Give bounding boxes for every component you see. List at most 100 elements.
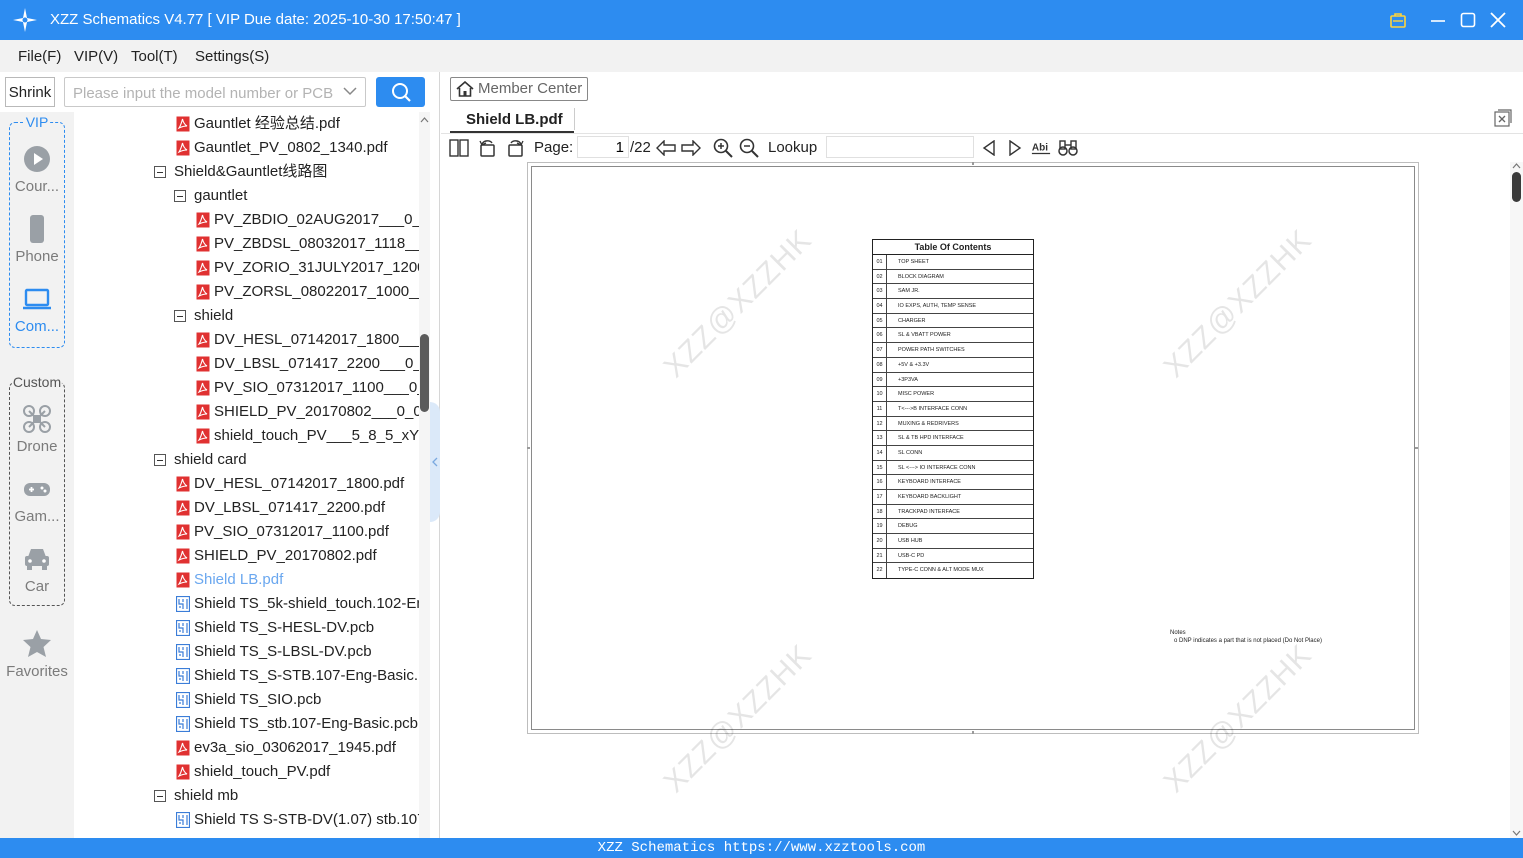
scroll-down-icon[interactable] [1512,830,1521,837]
tree-folder[interactable]: gauntlet [74,186,419,210]
left-panel: Shrink VIP Cour... Phone Com... [0,72,440,838]
tree-file[interactable]: DV_LBSL_071417_2200.pdf [74,498,419,522]
tree-item-label: Shield TS_S-LBSL-DV.pcb [194,643,372,660]
tree-file[interactable]: shield_touch_PV___5_8_5_xYB4b [74,426,419,450]
scroll-up-icon[interactable] [420,116,429,124]
toc-entry: T<--->B INTERFACE CONN [898,405,968,412]
tree-file[interactable]: shield_touch_PV.pdf [74,762,419,786]
nav-drone[interactable]: Drone [0,404,74,470]
find-all-icon[interactable] [1058,138,1078,158]
collapse-toggle-icon[interactable] [154,166,166,178]
close-button[interactable] [1486,8,1510,32]
menu-bar: File(F) VIP(V) Tool(T) Settings(S) [0,40,1523,72]
toc-number: 15 [873,460,887,475]
tree-item-label: shield_touch_PV.pdf [194,763,331,780]
search-button[interactable] [376,77,425,107]
menu-vip[interactable]: VIP(V) [74,48,118,65]
toc-row: 07 POWER PATH SWITCHES [873,343,1033,358]
tree-item-label: ev3a_sio_03062017_1945.pdf [194,739,396,756]
nav-courses[interactable]: Cour... [0,144,74,210]
vip-badge-icon[interactable] [1386,8,1410,32]
tree-folder[interactable]: shield mb [74,786,419,810]
find-previous-icon[interactable] [979,138,999,158]
tree-file[interactable]: Shield TS S-STB-DV(1.07) stb.107- [74,810,419,834]
menu-settings[interactable]: Settings(S) [195,48,269,65]
tree-file[interactable]: PV_SIO_07312017_1100___0_1_0 [74,378,419,402]
tree-item-label: shield_touch_PV___5_8_5_xYB4b [214,427,419,444]
tree-folder[interactable]: shield [74,306,419,330]
lookup-input[interactable] [826,136,974,158]
tree-item-label: gauntlet [194,187,248,204]
rotate-left-icon[interactable] [478,138,498,158]
tree-file[interactable]: Shield TS_stb.107-Eng-Basic.pcb [74,714,419,738]
pdf-viewer[interactable]: Table Of Contents 01 TOP SHEET 02 BLOCK DIA… [441,162,1523,838]
toc-number: 16 [873,475,887,489]
collapse-toggle-icon[interactable] [154,790,166,802]
tree-file[interactable]: ev3a_sio_03062017_1945.pdf [74,738,419,762]
match-case-icon[interactable]: Abi [1031,138,1051,158]
nav-phone[interactable]: Phone [0,214,74,280]
viewer-scroll-thumb[interactable] [1512,172,1521,202]
tree-file[interactable]: Shield TS_S-HESL-DV.pcb [74,618,419,642]
tab-shield-lb[interactable]: Shield LB.pdf [450,105,574,133]
nav-favorites[interactable]: Favorites [0,629,74,695]
collapse-toggle-icon[interactable] [154,454,166,466]
toc-row: 16 KEYBOARD INTERFACE [873,475,1033,490]
toc-entry: USB HUB [898,538,923,545]
tree-file[interactable]: DV_HESL_07142017_1800.pdf [74,474,419,498]
tree-scroll-thumb[interactable] [420,334,429,412]
tree-file[interactable]: Gauntlet 经验总结.pdf [74,114,419,138]
minimize-button[interactable] [1426,8,1450,32]
collapse-toggle-icon[interactable] [174,190,186,202]
tree-file[interactable]: DV_LBSL_071417_2200___0_0_0 [74,354,419,378]
tree-file[interactable]: Shield TS_S-STB.107-Eng-Basic.pcb [74,666,419,690]
tree-file[interactable]: PV_ZBDIO_02AUG2017___0_0_0 [74,210,419,234]
tree-file[interactable]: DV_HESL_07142017_1800___0_0 [74,330,419,354]
scroll-up-icon[interactable] [1512,162,1521,169]
tree-file[interactable]: PV_ZORSL_08022017_1000___0_ [74,282,419,306]
two-page-view-icon[interactable] [449,138,469,158]
nav-game[interactable]: Gam... [0,474,74,540]
toc-number: 10 [873,387,887,401]
search-input[interactable] [73,83,333,103]
tree-folder[interactable]: Shield&Gauntlet线路图 [74,162,419,186]
member-center-button[interactable]: Member Center [450,77,588,101]
next-page-icon[interactable] [681,138,701,158]
toc-entry: TRACKPAD INTERFACE [898,508,960,515]
rotate-right-icon[interactable] [505,138,525,158]
tree-file[interactable]: PV_SIO_07312017_1100.pdf [74,522,419,546]
tree-file[interactable]: Shield TS_S-LBSL-DV.pcb [74,642,419,666]
chevron-down-icon[interactable] [343,86,357,96]
nav-game-label: Gam... [14,508,60,525]
tree-file[interactable]: Shield TS_SIO.pcb [74,690,419,714]
tree-file[interactable]: Shield TS_5k-shield_touch.102-Eng [74,594,419,618]
shrink-button[interactable]: Shrink [5,77,55,107]
toc-number: 05 [873,313,887,328]
nav-computer[interactable]: Com... [0,284,74,350]
tree-file[interactable]: SHIELD_PV_20170802.pdf [74,546,419,570]
tree-scrollbar[interactable] [419,112,430,838]
previous-page-icon[interactable] [656,138,676,158]
viewer-scrollbar[interactable] [1510,162,1523,838]
tree-file[interactable]: SHIELD_PV_20170802___0_0_0_ [74,402,419,426]
panel-collapse-handle[interactable] [430,402,440,522]
zoom-in-icon[interactable] [713,138,733,158]
nav-car[interactable]: Car [0,544,74,610]
tree-file[interactable]: PV_ZORIO_31JULY2017_1200___ [74,258,419,282]
tree-item-label: PV_SIO_07312017_1100___0_1_0 [214,379,419,396]
menu-tool[interactable]: Tool(T) [131,48,178,65]
find-next-icon[interactable] [1005,138,1025,158]
collapse-toggle-icon[interactable] [174,310,186,322]
pdf-icon [176,740,190,756]
maximize-button[interactable] [1456,8,1480,32]
zoom-out-icon[interactable] [739,138,759,158]
menu-file[interactable]: File(F) [18,48,61,65]
tree-file[interactable]: Gauntlet_PV_0802_1340.pdf [74,138,419,162]
border-tick [972,731,974,734]
page-number-input[interactable] [577,136,629,158]
nav-car-label: Car [24,578,50,595]
tree-file[interactable]: Shield LB.pdf [74,570,419,594]
close-tab-button[interactable] [1494,109,1512,127]
tree-folder[interactable]: shield card [74,450,419,474]
tree-file[interactable]: PV_ZBDSL_08032017_1118___0_ [74,234,419,258]
